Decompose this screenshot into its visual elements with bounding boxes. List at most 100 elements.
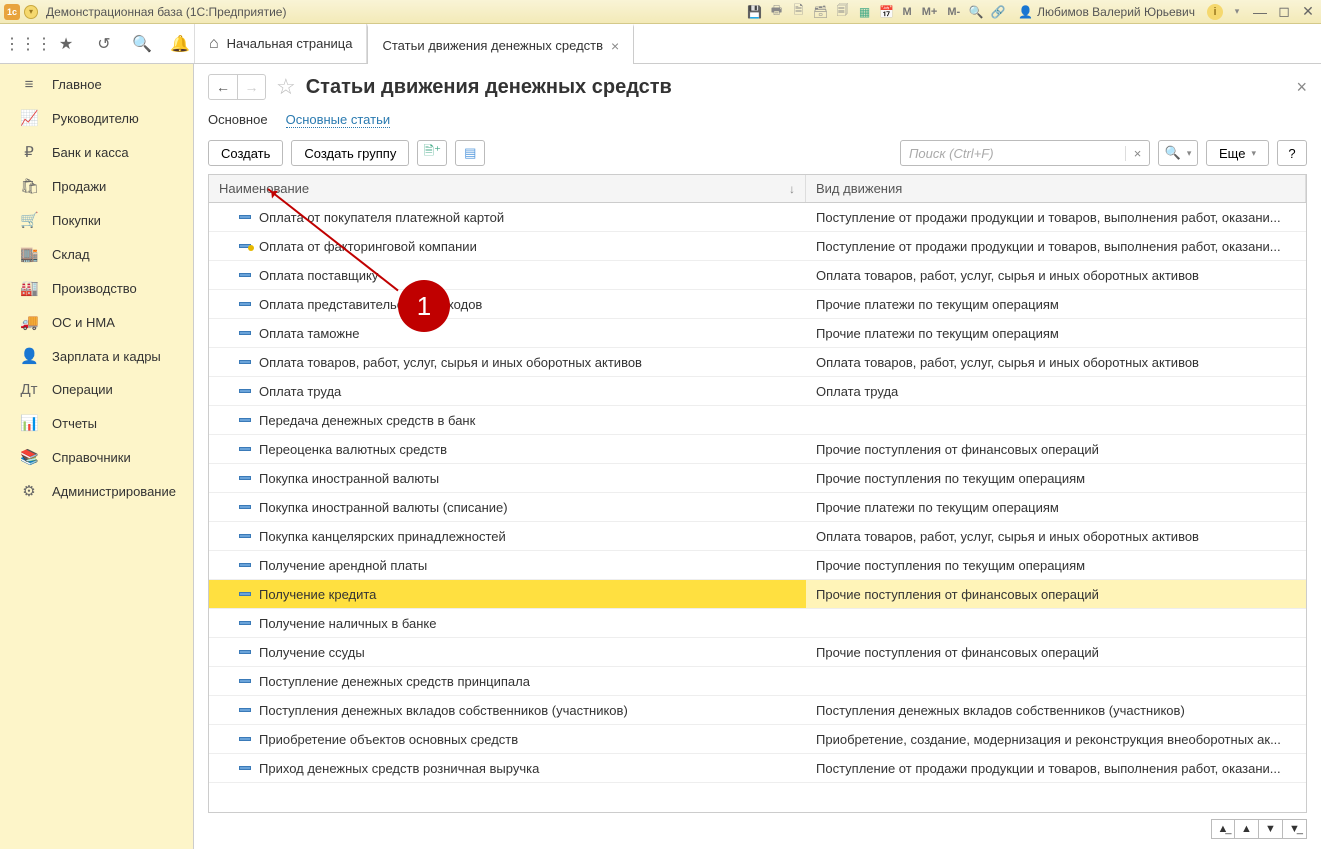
sidebar-item-8[interactable]: 👤Зарплата и кадры: [0, 339, 193, 373]
calc-icon[interactable]: ▦: [857, 4, 873, 20]
row-kind: Поступление от продажи продукции и товар…: [806, 203, 1306, 231]
sidebar-item-11[interactable]: 📚 Справочники: [0, 440, 193, 474]
table-row[interactable]: Получение кредитаПрочие поступления от ф…: [209, 580, 1306, 609]
search-input[interactable]: [901, 146, 1125, 161]
apps-grid-icon[interactable]: ⋮⋮⋮: [18, 34, 38, 54]
history-icon[interactable]: ↺: [94, 34, 114, 54]
favorite-toggle-icon[interactable]: ☆: [276, 74, 296, 100]
column-header-name[interactable]: Наименование ↓: [209, 175, 806, 202]
table-row[interactable]: Оплата товаров, работ, услуг, сырья и ин…: [209, 348, 1306, 377]
item-icon: [239, 737, 251, 741]
item-icon: [239, 621, 251, 625]
table-row[interactable]: Получение наличных в банке: [209, 609, 1306, 638]
table-row[interactable]: Оплата поставщикуОплата товаров, работ, …: [209, 261, 1306, 290]
sidebar: ≡Главное📈Руководителю₽Банк и касса🛍Прода…: [0, 64, 194, 849]
table-row[interactable]: Оплата трудаОплата труда: [209, 377, 1306, 406]
table-row[interactable]: Оплата таможнеПрочие платежи по текущим …: [209, 319, 1306, 348]
sidebar-icon: 📚: [20, 448, 38, 466]
item-icon: [239, 273, 251, 277]
maximize-button[interactable]: ◻: [1275, 4, 1293, 20]
sidebar-icon: 🏭: [20, 279, 38, 297]
scroll-up-button[interactable]: ▲: [1235, 819, 1259, 839]
sidebar-item-7[interactable]: 🚚ОС и НМА: [0, 305, 193, 339]
notifications-icon[interactable]: 🔔: [170, 34, 190, 54]
compare-icon[interactable]: 🗐: [835, 4, 851, 20]
table-row[interactable]: Покупка иностранной валюты (списание)Про…: [209, 493, 1306, 522]
minimize-button[interactable]: —: [1251, 4, 1269, 20]
calendar-icon[interactable]: 📅: [879, 4, 895, 20]
row-kind: Прочие платежи по текущим операциям: [806, 493, 1306, 521]
m-button[interactable]: M: [901, 6, 914, 18]
sidebar-item-4[interactable]: 🛒Покупки: [0, 203, 193, 237]
copy-button[interactable]: 🗎⁺: [417, 140, 447, 166]
create-group-label: Создать группу: [304, 146, 396, 161]
link-icon[interactable]: 🔗: [990, 4, 1006, 20]
scroll-top-button[interactable]: ▲̲: [1211, 819, 1235, 839]
row-name: Передача денежных средств в банк: [259, 413, 475, 428]
item-icon: [239, 679, 251, 683]
table-row[interactable]: Получение арендной платыПрочие поступлен…: [209, 551, 1306, 580]
sidebar-item-1[interactable]: 📈Руководителю: [0, 101, 193, 135]
page-close-button[interactable]: ×: [1296, 77, 1307, 98]
table-row[interactable]: Приобретение объектов основных средствПр…: [209, 725, 1306, 754]
favorites-icon[interactable]: ★: [56, 34, 76, 54]
m-plus-button[interactable]: M+: [920, 6, 940, 18]
table-row[interactable]: Переоценка валютных средствПрочие поступ…: [209, 435, 1306, 464]
search-menu-button[interactable]: 🔍▾: [1158, 140, 1198, 166]
table-row[interactable]: Покупка канцелярских принадлежностейОпла…: [209, 522, 1306, 551]
create-group-button[interactable]: Создать группу: [291, 140, 409, 166]
nav-back-button[interactable]: ←: [209, 75, 237, 99]
db-icon[interactable]: 🗃: [813, 4, 829, 20]
column-header-kind[interactable]: Вид движения: [806, 175, 1306, 202]
close-window-button[interactable]: ✕: [1299, 4, 1317, 20]
list-settings-button[interactable]: ▤: [455, 140, 485, 166]
sidebar-item-12[interactable]: ⚙Администрирование: [0, 474, 193, 508]
table-row[interactable]: Приход денежных средств розничная выручк…: [209, 754, 1306, 783]
subtab-main-items[interactable]: Основные статьи: [286, 112, 391, 128]
sidebar-item-2[interactable]: ₽Банк и касса: [0, 135, 193, 169]
info-dd-icon[interactable]: ▾: [1229, 4, 1245, 20]
table-row[interactable]: Оплата от факторинговой компанииПоступле…: [209, 232, 1306, 261]
row-name: Покупка канцелярских принадлежностей: [259, 529, 506, 544]
doc-icon[interactable]: 🗎: [791, 4, 807, 20]
sidebar-item-10[interactable]: 📊Отчеты: [0, 406, 193, 440]
more-button[interactable]: Еще▾: [1206, 140, 1269, 166]
nav-forward-button[interactable]: →: [237, 75, 265, 99]
search-icon: 🔍: [1165, 145, 1181, 161]
item-icon: [239, 505, 251, 509]
sidebar-item-5[interactable]: 🏬Склад: [0, 237, 193, 271]
sidebar-item-0[interactable]: ≡Главное: [0, 68, 193, 101]
subtab-main[interactable]: Основное: [208, 112, 268, 128]
tab-close-icon[interactable]: ×: [611, 38, 619, 54]
help-button[interactable]: ?: [1277, 140, 1307, 166]
search-box: ×: [900, 140, 1150, 166]
zoom-icon[interactable]: 🔍: [968, 4, 984, 20]
sidebar-item-label: Справочники: [52, 450, 131, 465]
row-name: Получение ссуды: [259, 645, 365, 660]
table-row[interactable]: Поступления денежных вкладов собственник…: [209, 696, 1306, 725]
table-row[interactable]: Поступление денежных средств принципала: [209, 667, 1306, 696]
sidebar-item-3[interactable]: 🛍Продажи: [0, 169, 193, 203]
sidebar-item-label: ОС и НМА: [52, 315, 115, 330]
table-row[interactable]: Передача денежных средств в банк: [209, 406, 1306, 435]
table-row[interactable]: Оплата представительских расходовПрочие …: [209, 290, 1306, 319]
sidebar-item-6[interactable]: 🏭Производство: [0, 271, 193, 305]
create-button[interactable]: Создать: [208, 140, 283, 166]
current-user[interactable]: 👤 Любимов Валерий Юрьевич: [1018, 5, 1195, 19]
save-icon[interactable]: 💾: [747, 4, 763, 20]
tab-active-label: Статьи движения денежных средств: [382, 38, 603, 53]
sidebar-item-9[interactable]: ДтОперации: [0, 373, 193, 406]
print-icon[interactable]: 🖶: [769, 4, 785, 20]
scroll-down-button[interactable]: ▼: [1259, 819, 1283, 839]
info-icon[interactable]: i: [1207, 4, 1223, 20]
search-clear-button[interactable]: ×: [1125, 146, 1149, 161]
table-row[interactable]: Получение ссудыПрочие поступления от фин…: [209, 638, 1306, 667]
scroll-bottom-button[interactable]: ▼̲: [1283, 819, 1307, 839]
tab-cashflow-items[interactable]: Статьи движения денежных средств ×: [367, 24, 634, 64]
table-row[interactable]: Оплата от покупателя платежной картойПос…: [209, 203, 1306, 232]
tab-home[interactable]: ⌂ Начальная страница: [194, 24, 367, 63]
global-search-icon[interactable]: 🔍: [132, 34, 152, 54]
app-menu-dropdown[interactable]: ▾: [24, 5, 38, 19]
m-minus-button[interactable]: M-: [945, 6, 962, 18]
table-row[interactable]: Покупка иностранной валютыПрочие поступл…: [209, 464, 1306, 493]
